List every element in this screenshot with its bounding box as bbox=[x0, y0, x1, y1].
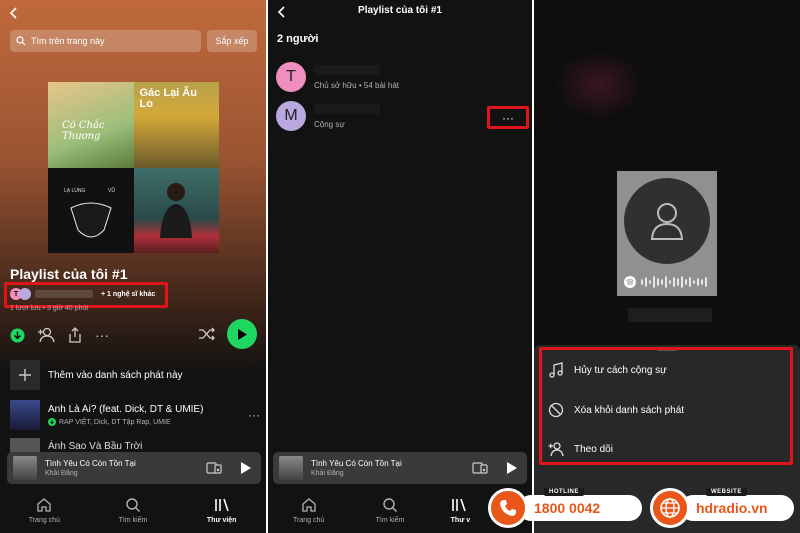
cover-tile-1: Có Chắc Thương bbox=[48, 82, 134, 168]
mini-player-art bbox=[279, 456, 303, 480]
search-placeholder: Tìm trên trang này bbox=[31, 36, 105, 46]
add-label: Thêm vào danh sách phát này bbox=[48, 369, 183, 381]
mini-player-artist: Khải Đăng bbox=[45, 470, 78, 477]
highlight-box bbox=[539, 347, 793, 465]
website-badge[interactable]: WEBSITE hdradio.vn bbox=[650, 488, 794, 528]
search-icon bbox=[16, 36, 26, 46]
track-title: Ánh Sao Và Bầu Trời bbox=[48, 440, 143, 452]
nav-search-label: Tìm kiếm bbox=[375, 516, 405, 524]
spotify-code-icon bbox=[623, 275, 711, 289]
track-artist: RAP VIỆT, Dick, DT Tập Rap, UMIE bbox=[59, 418, 171, 426]
playlist-meta: 1 lượt lưu • 3 giờ 40 phút bbox=[10, 305, 89, 312]
bottom-nav: Trang chủ Tìm kiếm Thư viện bbox=[0, 487, 266, 533]
blurred-name bbox=[314, 103, 380, 114]
avatar: T bbox=[276, 62, 306, 92]
track-title: Anh Là Ai? (feat. Dick, DT & UMIE) bbox=[48, 404, 204, 415]
cover-text: Gác Lại Âu Lo bbox=[139, 87, 197, 110]
cover-tile-4 bbox=[133, 167, 219, 253]
add-user-icon[interactable] bbox=[37, 326, 55, 344]
member-role: Chủ sở hữu • 54 bài hát bbox=[314, 80, 400, 90]
download-icon[interactable] bbox=[10, 328, 25, 343]
playlist-panel: Tìm trên trang này Sắp xếp Có Chắc Thươn… bbox=[0, 0, 266, 533]
website-tag: WEBSITE bbox=[706, 488, 747, 496]
globe-icon bbox=[650, 488, 690, 528]
member-options-panel: Hủy tư cách cộng sự Xóa khỏi danh sách p… bbox=[534, 0, 800, 533]
search-input[interactable]: Tìm trên trang này bbox=[10, 30, 201, 52]
back-icon[interactable] bbox=[8, 6, 20, 20]
nav-search[interactable]: Tìm kiếm bbox=[349, 487, 430, 533]
track-row[interactable]: Anh Là Ai? (feat. Dick, DT & UMIE) RAP V… bbox=[10, 398, 260, 432]
nav-home[interactable]: Trang chủ bbox=[268, 487, 349, 533]
cover-text: VŨ bbox=[108, 187, 115, 194]
member-role: Cộng sự bbox=[314, 119, 345, 129]
mini-player[interactable]: Tình Yêu Có Còn Tồn Tại Khải Đăng bbox=[273, 452, 527, 484]
cover-tile-3: LẠ LÙNG VŨ bbox=[48, 167, 134, 253]
search-icon bbox=[383, 497, 397, 512]
sort-button[interactable]: Sắp xếp bbox=[207, 30, 257, 52]
cover-tile-2: Gác Lại Âu Lo bbox=[133, 82, 219, 168]
collaborators-panel: Playlist của tôi #1 2 người T Chủ sở hữu… bbox=[268, 0, 532, 533]
blurred-name bbox=[628, 308, 712, 322]
cover-text: LẠ LÙNG bbox=[64, 187, 86, 194]
library-icon bbox=[214, 498, 229, 511]
phone-icon bbox=[488, 488, 528, 528]
user-icon bbox=[624, 178, 710, 264]
nav-home[interactable]: Trang chủ bbox=[0, 487, 89, 533]
mini-play-icon[interactable] bbox=[506, 462, 517, 474]
play-icon bbox=[238, 328, 247, 340]
mini-player-title: Tình Yêu Có Còn Tồn Tại bbox=[311, 459, 402, 468]
member-row[interactable]: T Chủ sở hữu • 54 bài hát bbox=[276, 62, 399, 92]
hotline-pill: HOTLINE 1800 0042 bbox=[518, 488, 642, 521]
mini-player-title: Tình Yêu Có Còn Tồn Tại bbox=[45, 459, 136, 468]
mini-player-art bbox=[13, 456, 37, 480]
playlist-title: Playlist của tôi #1 bbox=[10, 266, 128, 282]
member-row[interactable]: M Cộng sự bbox=[276, 101, 380, 131]
nav-library-label: Thư viện bbox=[206, 516, 237, 524]
library-icon bbox=[451, 498, 466, 511]
add-to-playlist-row[interactable]: Thêm vào danh sách phát này bbox=[10, 358, 260, 392]
hotline-badge[interactable]: HOTLINE 1800 0042 bbox=[488, 488, 642, 528]
mini-player-artist: Khải Đăng bbox=[311, 470, 344, 477]
home-icon bbox=[37, 497, 51, 512]
share-icon[interactable] bbox=[67, 326, 83, 344]
nav-search-label: Tìm kiếm bbox=[118, 516, 148, 524]
website-url: hdradio.vn bbox=[696, 500, 768, 516]
hotline-tag: HOTLINE bbox=[544, 488, 584, 496]
search-icon bbox=[126, 497, 140, 512]
website-pill: WEBSITE hdradio.vn bbox=[680, 488, 794, 521]
track-more-icon[interactable]: ··· bbox=[248, 408, 260, 422]
hotline-number: 1800 0042 bbox=[534, 500, 601, 516]
background-blur bbox=[554, 50, 644, 120]
profile-card bbox=[617, 171, 717, 296]
shuffle-icon[interactable] bbox=[198, 326, 216, 342]
play-button[interactable] bbox=[227, 319, 257, 349]
nav-home-label: Trang chủ bbox=[28, 516, 60, 524]
downloaded-icon bbox=[48, 418, 56, 426]
nav-search[interactable]: Tìm kiếm bbox=[89, 487, 178, 533]
nav-library-label: Thư v bbox=[450, 516, 471, 524]
devices-icon[interactable] bbox=[206, 461, 222, 475]
plus-icon bbox=[10, 360, 40, 390]
page-title: Playlist của tôi #1 bbox=[358, 5, 442, 16]
playlist-cover: Có Chắc Thương Gác Lại Âu Lo LẠ LÙNG VŨ bbox=[48, 82, 219, 253]
track-thumbnail bbox=[10, 400, 40, 430]
avatar: M bbox=[276, 101, 306, 131]
blurred-name bbox=[314, 64, 380, 75]
nav-library[interactable]: Thư viện bbox=[177, 487, 266, 533]
nav-home-label: Trang chủ bbox=[293, 516, 325, 524]
people-count: 2 người bbox=[277, 33, 319, 45]
cover-text: Có Chắc Thương bbox=[62, 120, 105, 142]
highlight-box bbox=[487, 106, 529, 129]
mini-play-icon[interactable] bbox=[240, 462, 251, 474]
more-options-icon[interactable]: ··· bbox=[95, 327, 109, 343]
home-icon bbox=[302, 497, 316, 512]
mini-player[interactable]: Tình Yêu Có Còn Tồn Tại Khải Đăng bbox=[7, 452, 261, 484]
devices-icon[interactable] bbox=[472, 461, 488, 475]
